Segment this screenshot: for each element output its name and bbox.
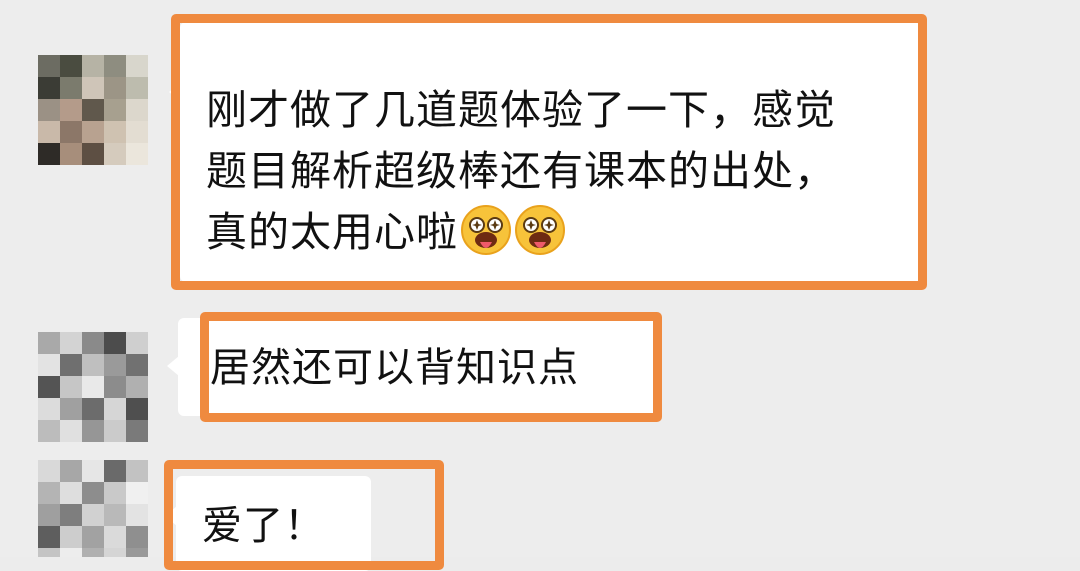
avatar[interactable] [38, 332, 148, 442]
message-bubble[interactable]: 刚才做了几道题体验了一下，感觉 题目解析超级棒还有课本的出处， 真的太用心啦 [169, 22, 920, 282]
message-text: 居然还可以背知识点 [210, 338, 579, 399]
message-bubble[interactable]: 居然还可以背知识点 [167, 318, 656, 416]
tongue-out-star-eyes-emoji-icon [460, 204, 512, 273]
message-text: 爱了！ [202, 496, 325, 557]
message-line: 居然还可以背知识点 [210, 345, 579, 391]
message-line: 爱了！ [202, 503, 325, 549]
bubble-tail [167, 356, 179, 376]
chat-area[interactable]: 刚才做了几道题体验了一下，感觉 题目解析超级棒还有课本的出处， 真的太用心啦 居… [0, 0, 1080, 571]
message-text: 刚才做了几道题体验了一下，感觉 题目解析超级棒还有课本的出处， 真的太用心啦 [206, 80, 836, 273]
bubble-tail [165, 506, 177, 526]
avatar[interactable] [38, 55, 148, 165]
message-line: 题目解析超级棒还有课本的出处， [206, 147, 836, 195]
message-line: 刚才做了几道题体验了一下，感觉 [206, 86, 836, 134]
avatar[interactable] [38, 460, 148, 557]
message-line: 真的太用心啦 [206, 208, 458, 256]
tongue-out-star-eyes-emoji-icon [514, 204, 566, 273]
bubble-tail [169, 82, 181, 102]
